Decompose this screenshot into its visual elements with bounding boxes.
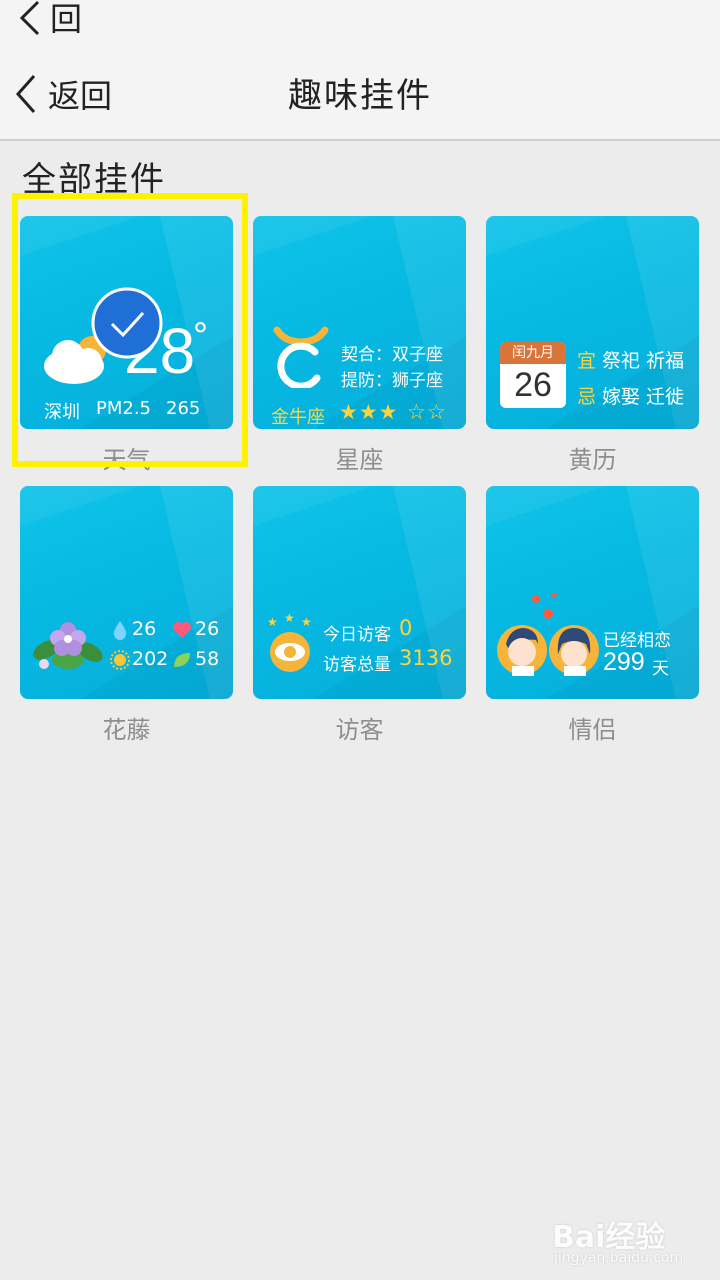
- app-header: 返回 趣味挂件: [0, 40, 720, 141]
- star-match-line: 契合：双子座: [341, 345, 443, 365]
- almanac-good-tag: 宜: [577, 350, 597, 372]
- page-title: 趣味挂件: [288, 76, 432, 116]
- visitor-today-value: 0: [399, 616, 413, 640]
- calendar-icon: 闰九月 26: [500, 342, 566, 408]
- visitor-today-label: 今日访客: [323, 625, 391, 645]
- top-cropped-bar: 回: [0, 0, 720, 40]
- couple-unit: 天: [652, 659, 669, 679]
- flower-icon: [33, 622, 103, 669]
- back-arrow-icon[interactable]: [18, 0, 42, 40]
- almanac-good-text: 祭祀 祈福: [602, 350, 685, 372]
- calendar-month: 闰九月: [500, 342, 566, 364]
- flower-water-value: 26: [132, 618, 157, 640]
- visitor-total-value: 3136: [399, 646, 453, 670]
- sun-icon: [110, 650, 130, 670]
- widget-label-visitor: 访客: [335, 716, 384, 744]
- couple-avatars-icon: [497, 594, 599, 676]
- svg-text:★: ★: [301, 615, 312, 629]
- widget-label-flower: 花藤: [102, 716, 151, 744]
- selection-highlight: [12, 193, 248, 467]
- leaf-icon: [174, 653, 190, 667]
- back-label-cropped[interactable]: 回: [50, 0, 82, 40]
- almanac-bad-tag: 忌: [577, 386, 597, 408]
- widget-card-almanac[interactable]: 闰九月 26 宜 祭祀 祈福 忌 嫁娶 迁徙: [486, 216, 699, 429]
- almanac-bad-text: 嫁娶 迁徙: [602, 386, 685, 408]
- couple-days: 299: [603, 648, 645, 676]
- star-guard-line: 提防：狮子座: [341, 371, 443, 391]
- flower-leaf-value: 58: [195, 648, 220, 670]
- watermark-sub: jingyan.baidu.com: [554, 1250, 684, 1266]
- star-sign-name: 金牛座: [271, 407, 325, 428]
- heart-icon: [173, 622, 191, 638]
- widget-label-couple: 情侣: [568, 716, 617, 744]
- widget-card-star[interactable]: 契合：双子座 提防：狮子座 金牛座 ★★★ ☆☆: [253, 216, 466, 429]
- flower-sun-value: 202: [132, 648, 169, 670]
- flower-heart-value: 26: [195, 618, 220, 640]
- widget-label-almanac: 黄历: [568, 446, 617, 474]
- svg-text:★: ★: [284, 614, 295, 625]
- star-rating-on: ★★★: [339, 400, 399, 424]
- widget-card-visitor[interactable]: ★ ★ ★ 今日访客 0 访客总量 3136: [253, 486, 466, 699]
- calendar-day: 26: [514, 366, 552, 404]
- visitor-total-label: 访客总量: [323, 655, 391, 675]
- widget-card-couple[interactable]: 已经相恋 299 天: [486, 486, 699, 699]
- visitor-eye-icon: ★ ★ ★: [267, 614, 312, 672]
- baidu-watermark-logo: Bai经验 jingyan.baidu.com: [552, 1212, 712, 1272]
- widget-label-star: 星座: [335, 446, 384, 474]
- zodiac-taurus-icon: [273, 326, 329, 388]
- svg-text:★: ★: [267, 615, 278, 629]
- widget-card-flower[interactable]: 26 26 202 58: [20, 486, 233, 699]
- water-drop-icon: [113, 621, 127, 640]
- star-rating-off: ☆☆: [407, 400, 447, 424]
